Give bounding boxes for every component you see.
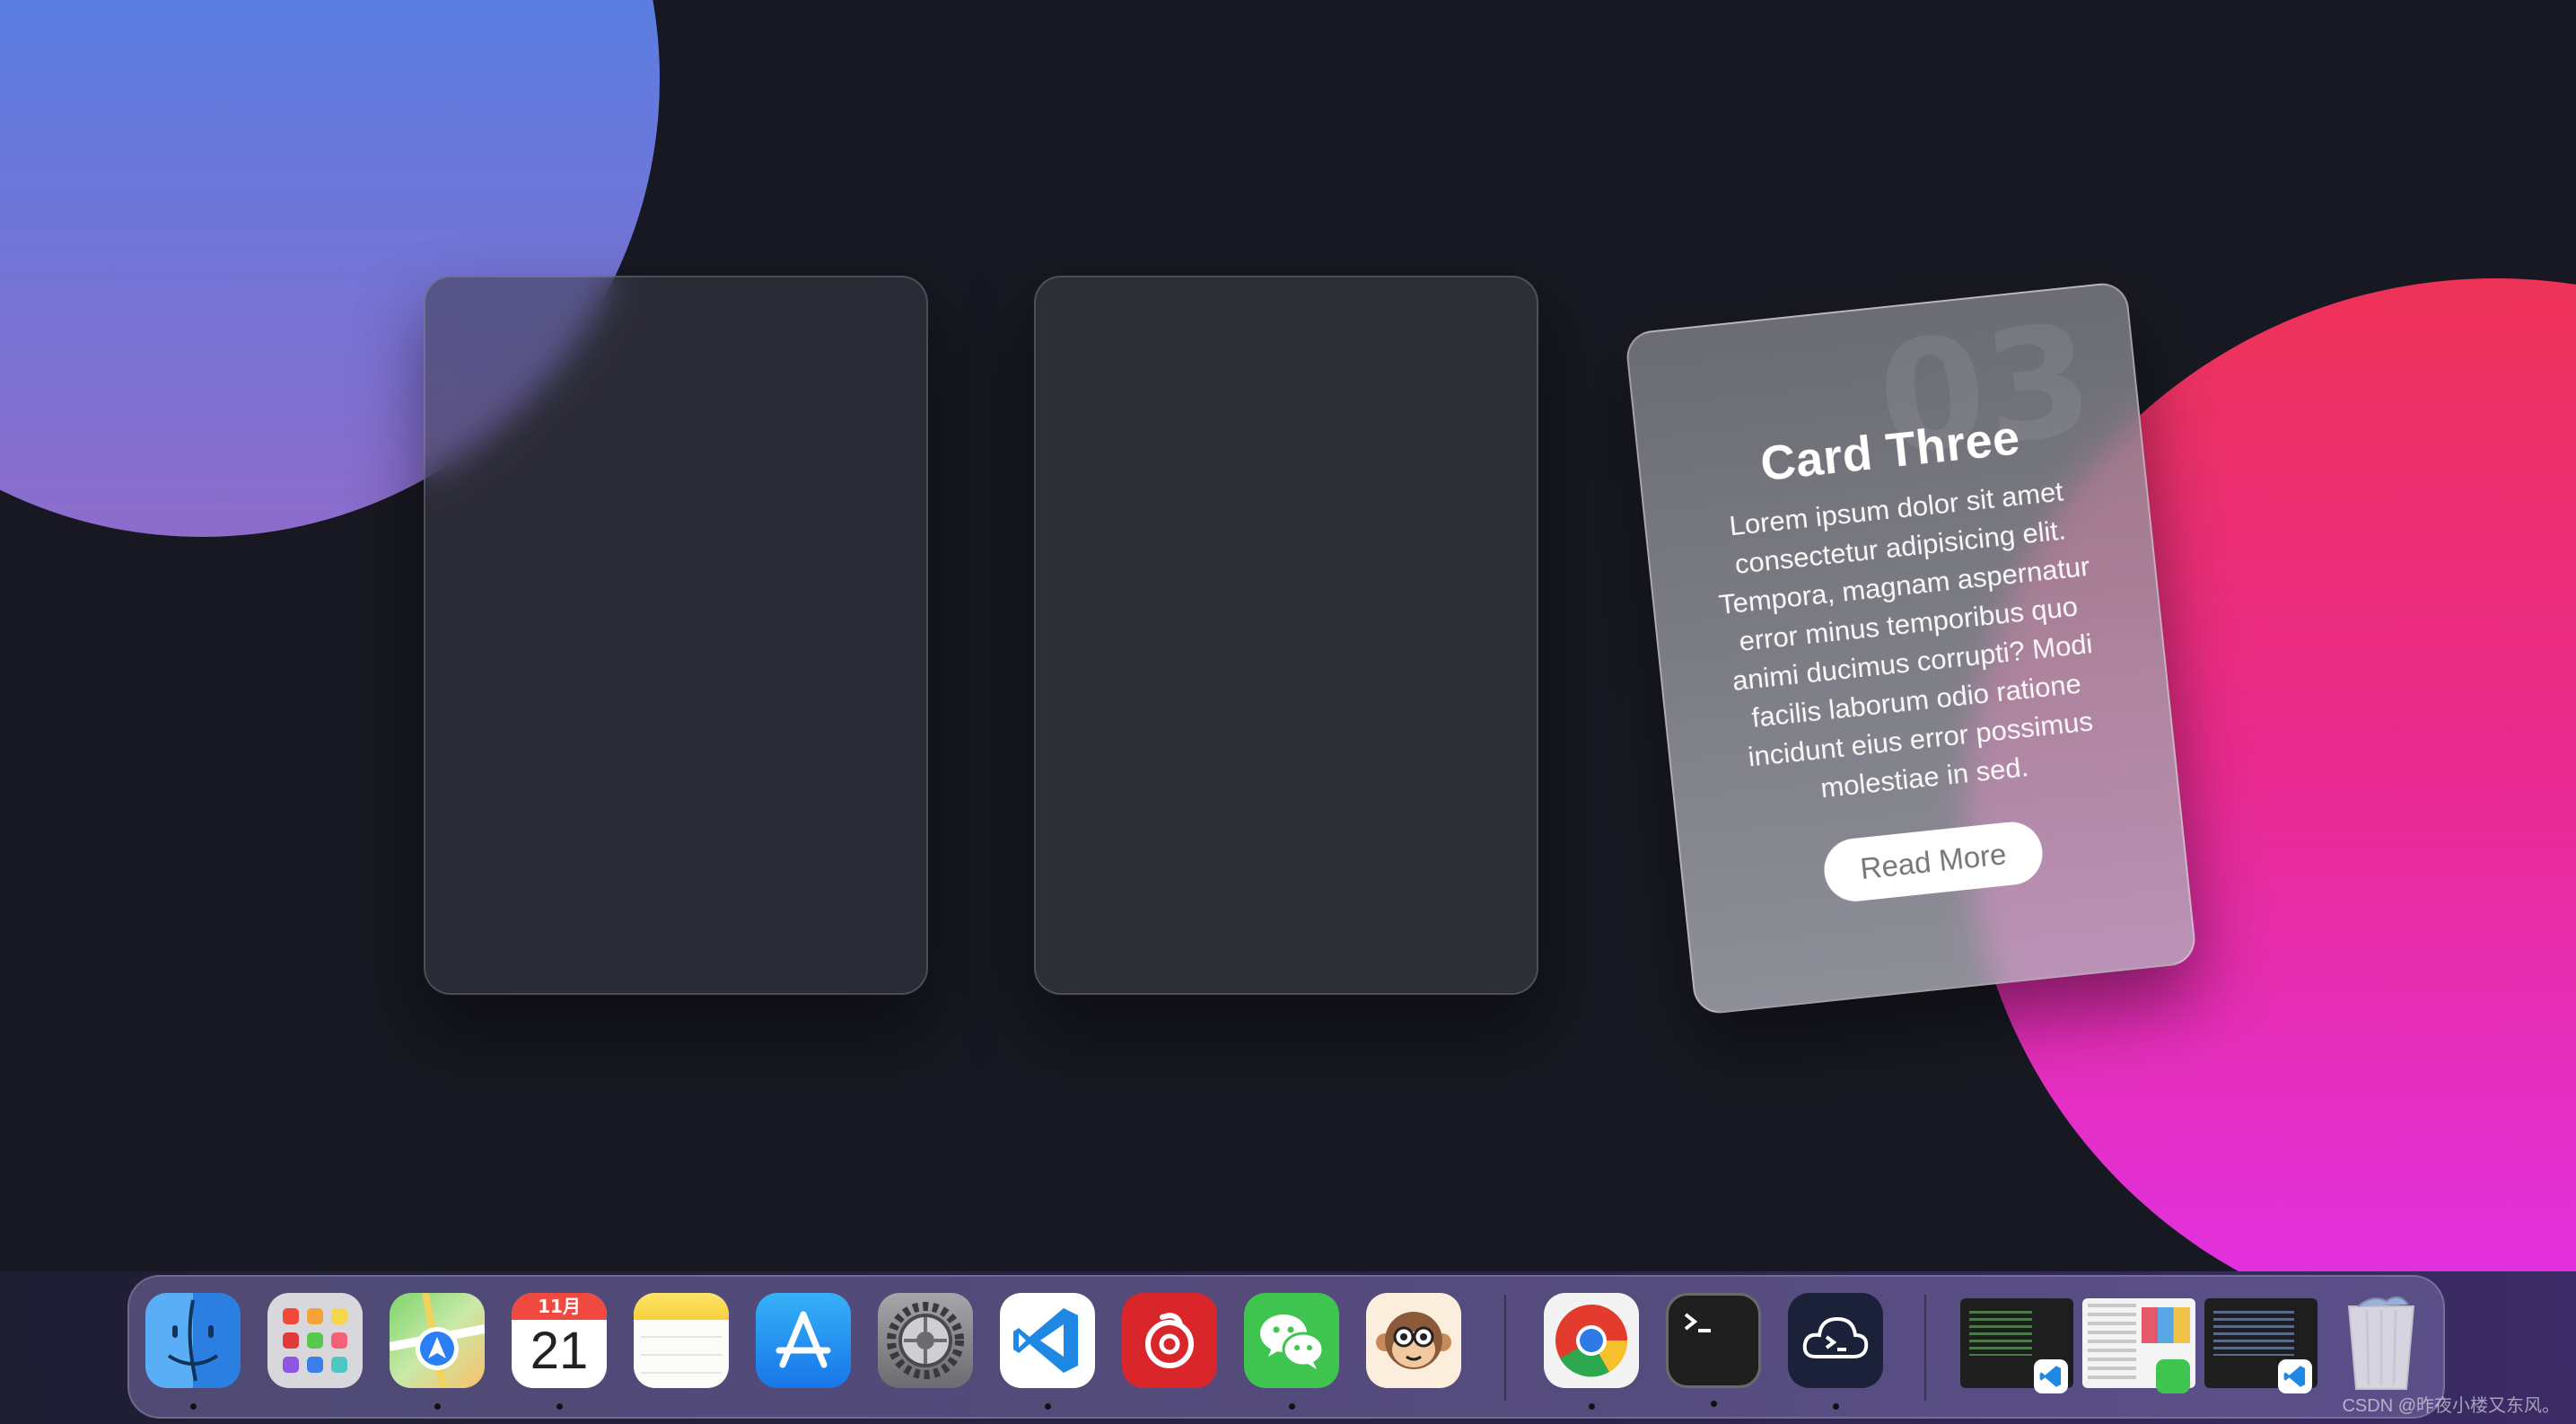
notes-header: [634, 1293, 729, 1320]
code-lines: [1969, 1311, 2032, 1356]
vscode-badge-icon: [2278, 1359, 2312, 1393]
monkey-app-icon[interactable]: [1366, 1293, 1461, 1388]
running-indicator: [1710, 1401, 1717, 1407]
calendar-month: 11月: [512, 1293, 607, 1320]
calendar-day: 21: [530, 1322, 589, 1380]
running-indicator: [1044, 1403, 1051, 1410]
code-lines: [2213, 1311, 2294, 1356]
chat-list: [2088, 1304, 2136, 1383]
glass-card-two[interactable]: [1034, 276, 1538, 995]
vscode-icon[interactable]: [1000, 1293, 1095, 1410]
terminal-icon[interactable]: [1666, 1293, 1761, 1407]
wechat-bubbles-icon: [1260, 1314, 1325, 1369]
app-store-a-icon: [775, 1311, 831, 1368]
cloud-terminal-icon[interactable]: [1788, 1293, 1883, 1410]
card-body-text: Lorem ipsum dolor sit amet consectetur a…: [1717, 475, 2095, 804]
running-indicator: [189, 1403, 197, 1410]
system-settings-icon[interactable]: [878, 1293, 973, 1388]
terminal-prompt-icon: [1684, 1313, 1711, 1332]
watermark-text: CSDN @昨夜小楼又东风。: [2342, 1396, 2560, 1416]
cloud-shell-icon: [1802, 1316, 1869, 1358]
trash-can-icon: [2347, 1296, 2415, 1390]
dock: 11月 21: [127, 1275, 2445, 1419]
notes-lines: [641, 1336, 722, 1356]
chrome-icon[interactable]: [1544, 1293, 1639, 1410]
app-store-icon[interactable]: [756, 1293, 851, 1388]
dock-separator: [1924, 1295, 1926, 1401]
glass-card-one[interactable]: [424, 276, 928, 995]
wechat-window-thumbnail[interactable]: [2082, 1298, 2195, 1393]
chrome-logo-icon: [1555, 1305, 1628, 1377]
trash-icon[interactable]: [2334, 1293, 2429, 1390]
running-indicator: [434, 1403, 441, 1410]
running-indicator: [556, 1403, 563, 1410]
launchpad-icon[interactable]: [267, 1293, 363, 1388]
vscode-logo-icon: [1013, 1308, 1078, 1373]
netease-music-icon[interactable]: [1122, 1293, 1217, 1388]
gear-icon: [887, 1302, 964, 1379]
calendar-icon[interactable]: 11月 21: [512, 1293, 607, 1410]
wechat-badge-icon: [2156, 1359, 2190, 1393]
glass-card-three[interactable]: 03 Card Three Lorem ipsum dolor sit amet…: [1624, 280, 2198, 1016]
music-swirl-icon: [1145, 1313, 1194, 1368]
launchpad-grid-icon: [283, 1308, 347, 1373]
notes-icon[interactable]: [634, 1293, 729, 1388]
wechat-icon[interactable]: [1244, 1293, 1339, 1410]
finder-face-icon: [167, 1299, 219, 1382]
editor-window-thumbnail[interactable]: [2204, 1298, 2318, 1393]
notes-lines: [641, 1356, 722, 1374]
running-indicator: [1288, 1403, 1295, 1410]
dock-separator: [1504, 1295, 1506, 1401]
running-indicator: [1588, 1403, 1595, 1410]
desktop: 03 Card Three Lorem ipsum dolor sit amet…: [0, 0, 2576, 1424]
vscode-window-thumbnail[interactable]: [1960, 1298, 2073, 1393]
running-indicator: [1832, 1403, 1839, 1410]
finder-icon[interactable]: [145, 1293, 241, 1410]
read-more-button[interactable]: Read More: [1821, 819, 2046, 905]
monkey-face-icon: [1376, 1312, 1451, 1369]
maps-arrow-icon: [390, 1293, 485, 1388]
maps-icon[interactable]: [390, 1293, 485, 1410]
vscode-badge-icon: [2034, 1359, 2068, 1393]
image-grid: [2142, 1307, 2190, 1343]
